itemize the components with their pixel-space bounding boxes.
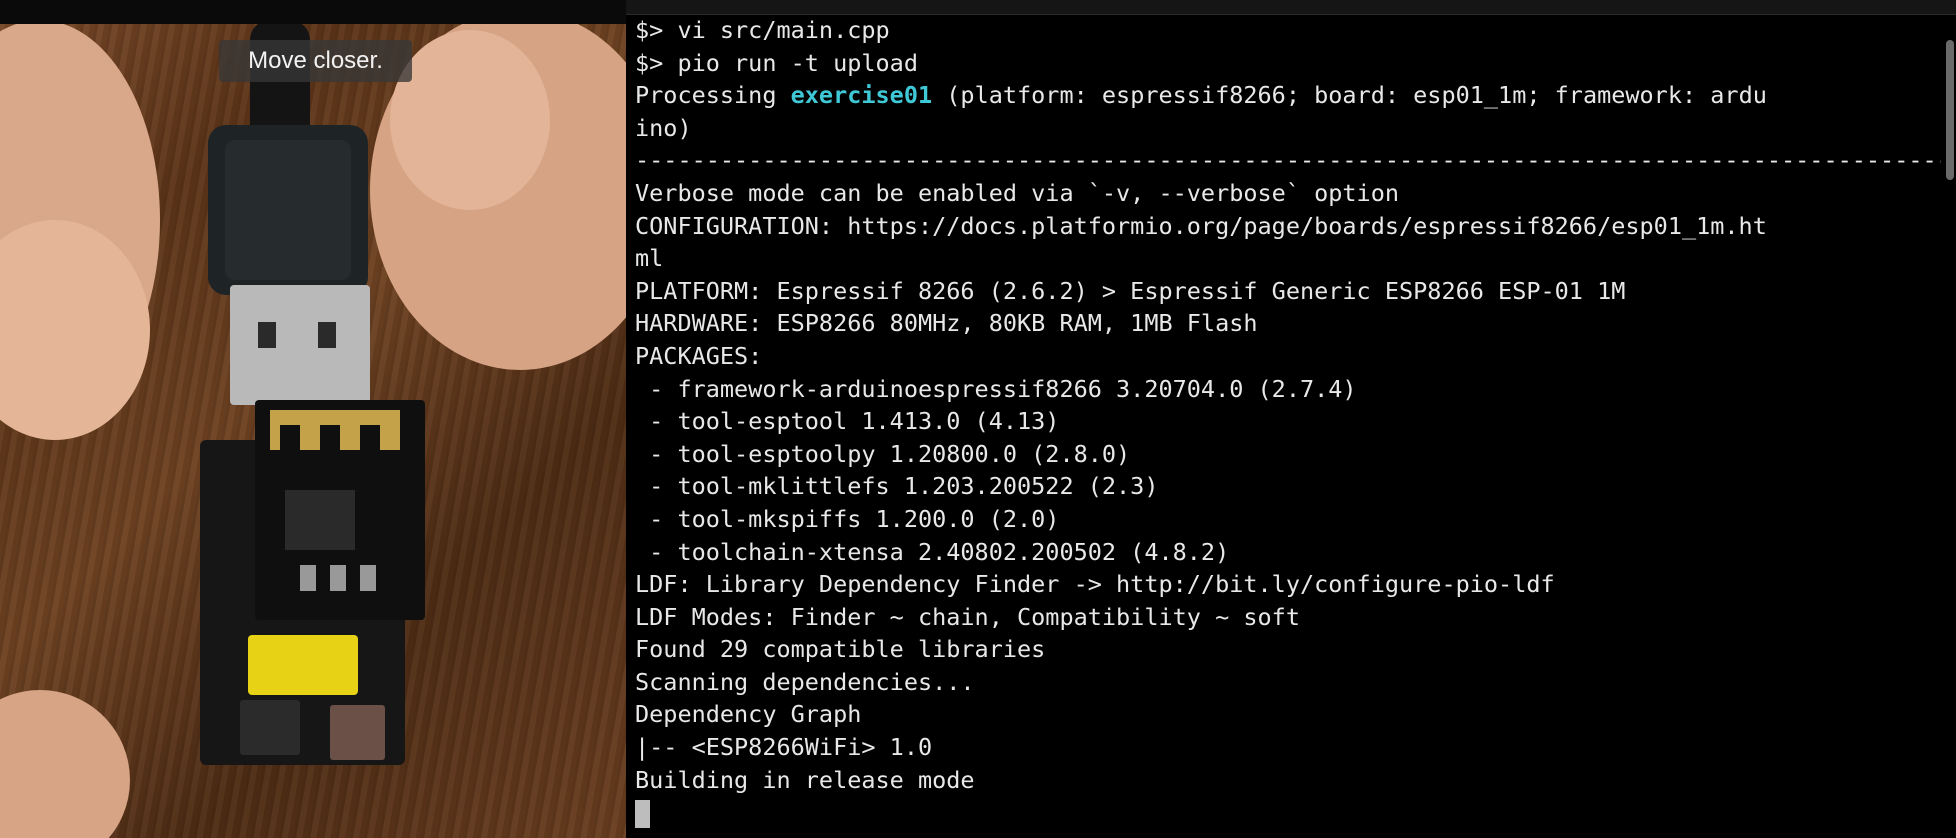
terminal-line: LDF: Library Dependency Finder -> http:/… (635, 570, 1555, 599)
terminal-line: Building in release mode (635, 765, 975, 794)
terminal-line: Scanning dependencies... (635, 667, 975, 696)
terminal-line: PLATFORM: Espressif 8266 (2.6.2) > Espre… (635, 276, 1626, 305)
processing-suffix: (platform: espressif8266; board: esp01_1… (932, 81, 1767, 110)
terminal-line: - tool-mkspiffs 1.200.0 (2.0) (635, 504, 1060, 533)
terminal-line: - toolchain-xtensa 2.40802.200502 (4.8.2… (635, 537, 1230, 566)
terminal-line: ino) (635, 113, 692, 142)
terminal-line: - tool-esptoolpy 1.20800.0 (2.8.0) (635, 439, 1131, 468)
terminal-line: LDF Modes: Finder ~ chain, Compatibility… (635, 602, 1300, 631)
camera-top-bar (0, 0, 626, 24)
terminal-line: - tool-mklittlefs 1.203.200522 (2.3) (635, 472, 1159, 501)
terminal-separator: ----------------------------------------… (635, 146, 1941, 175)
terminal-line: Found 29 compatible libraries (635, 635, 1046, 664)
text-cursor (635, 799, 650, 828)
terminal-output: $> vi src/main.cpp $> pio run -t upload … (635, 14, 1941, 829)
processing-prefix: Processing (635, 81, 791, 110)
terminal-top-edge (626, 0, 1956, 15)
terminal-line-processing: Processing exercise01 (platform: espress… (635, 79, 1941, 112)
esp01-usb-adapter-photo (0, 10, 626, 838)
terminal-line: HARDWARE: ESP8266 80MHz, 80KB RAM, 1MB F… (635, 309, 1258, 338)
camera-hint-overlay: Move closer. (219, 40, 412, 82)
terminal-line: Verbose mode can be enabled via `-v, --v… (635, 178, 1400, 207)
camera-feed: Move closer. (0, 0, 626, 838)
project-name: exercise01 (790, 81, 933, 110)
terminal-line: - tool-esptool 1.413.0 (4.13) (635, 407, 1060, 436)
terminal-line: PACKAGES: (635, 341, 763, 370)
terminal-line: |-- <ESP8266WiFi> 1.0 (635, 733, 933, 762)
terminal-window[interactable]: $> vi src/main.cpp $> pio run -t upload … (626, 0, 1956, 838)
terminal-line: - framework-arduinoespressif8266 3.20704… (635, 374, 1357, 403)
terminal-prompt-line[interactable] (635, 796, 1941, 829)
terminal-scrollbar[interactable] (1946, 40, 1954, 180)
terminal-line: $> pio run -t upload (635, 48, 918, 77)
terminal-line: CONFIGURATION: https://docs.platformio.o… (635, 211, 1767, 240)
terminal-line: $> vi src/main.cpp (635, 16, 890, 44)
terminal-line: Dependency Graph (635, 700, 862, 729)
terminal-line: ml (635, 244, 664, 273)
